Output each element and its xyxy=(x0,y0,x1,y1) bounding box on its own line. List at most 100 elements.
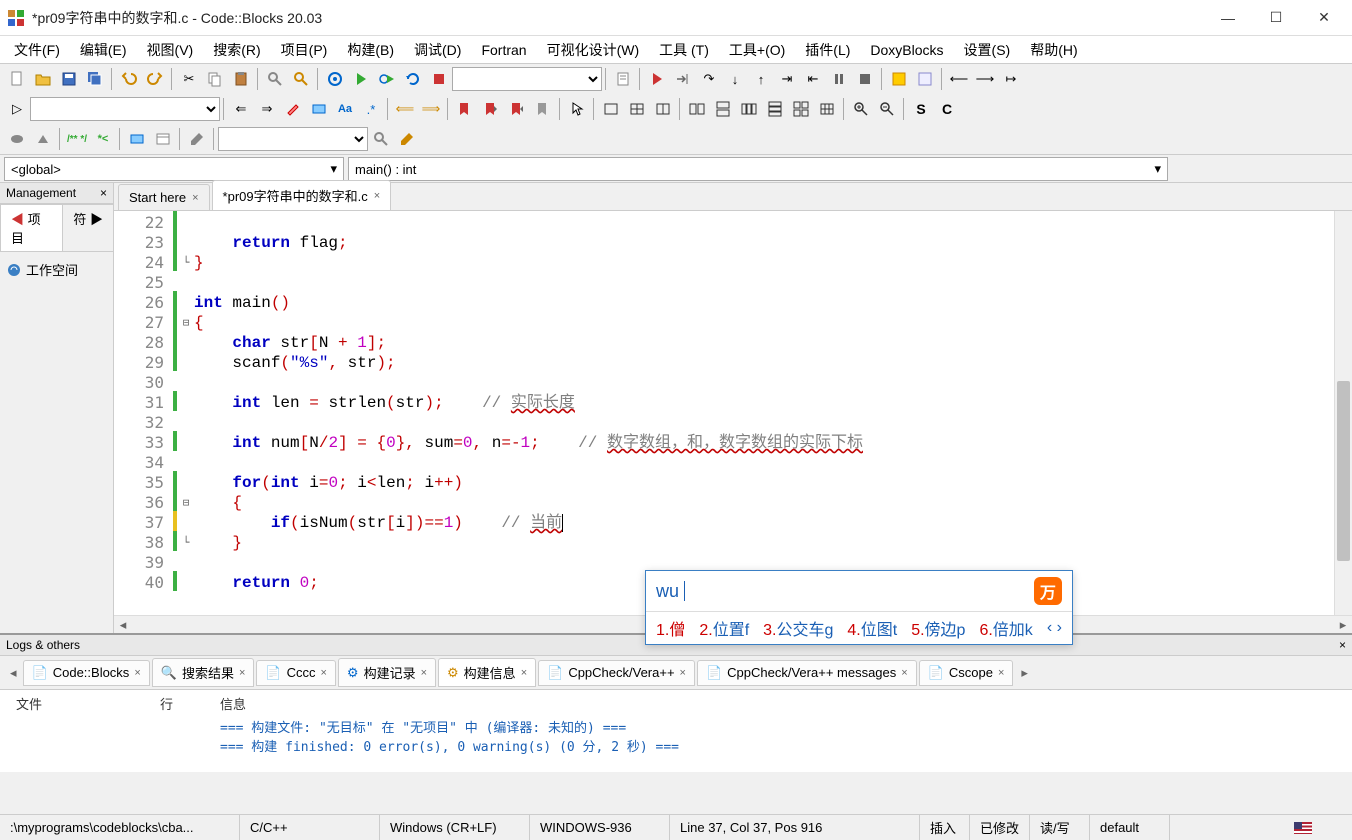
doxy1-icon[interactable] xyxy=(5,127,29,151)
logs-tab[interactable]: 📄Cccc× xyxy=(256,660,336,686)
ime-candidates[interactable]: 1.僧2.位置f3.公交车g4.位图t5.傍边p6.倍加k‹ › xyxy=(646,612,1072,644)
build-icon[interactable] xyxy=(323,67,347,91)
case-icon[interactable]: Aa xyxy=(333,97,357,121)
nav-fwd-icon[interactable]: ⟶ xyxy=(973,67,997,91)
next-line-icon[interactable]: ↷ xyxy=(697,67,721,91)
cut-icon[interactable]: ✂ xyxy=(177,67,201,91)
logs-scroll-left-icon[interactable]: ◂ xyxy=(4,665,23,681)
ime-candidate[interactable]: 6.倍加k xyxy=(979,616,1032,640)
ime-candidate[interactable]: 2.位置f xyxy=(699,616,749,640)
nav-back-icon[interactable]: ⟵ xyxy=(947,67,971,91)
logs-tab-close-icon[interactable]: × xyxy=(421,667,427,679)
code-editor[interactable]: return flag; } int main() { char str[N +… xyxy=(194,211,1334,615)
layout2-icon[interactable] xyxy=(711,97,735,121)
prev-icon[interactable]: ⇐ xyxy=(229,97,253,121)
header-icon[interactable]: C xyxy=(935,97,959,121)
ime-candidate[interactable]: 3.公交车g xyxy=(763,616,833,640)
line-comment-icon[interactable]: *< xyxy=(91,127,115,151)
new-file-icon[interactable] xyxy=(5,67,29,91)
lang-flag-icon[interactable] xyxy=(1294,822,1312,834)
tab-close-icon[interactable]: × xyxy=(192,192,198,204)
menu-帮助(H)[interactable]: 帮助(H) xyxy=(1020,36,1087,64)
menu-文件(F)[interactable]: 文件(F) xyxy=(4,36,70,64)
mgmt-tab-symbols[interactable]: 符 ▶ xyxy=(62,204,114,251)
jump-back-icon[interactable]: ⟸ xyxy=(393,97,417,121)
zoom-out-icon[interactable] xyxy=(875,97,899,121)
logs-tab[interactable]: ⚙构建信息× xyxy=(438,658,536,687)
cursor-icon[interactable] xyxy=(565,97,589,121)
fold-column[interactable]: └⊟⊟└ xyxy=(178,211,194,615)
bookmark-prev-icon[interactable] xyxy=(479,97,503,121)
step-out-icon[interactable]: ↑ xyxy=(749,67,773,91)
menu-视图(V)[interactable]: 视图(V) xyxy=(137,36,204,64)
redo-icon[interactable] xyxy=(143,67,167,91)
editor-tab[interactable]: Start here× xyxy=(118,184,210,210)
stop-debug-icon[interactable] xyxy=(853,67,877,91)
minimize-button[interactable]: ― xyxy=(1216,6,1240,30)
find-icon[interactable] xyxy=(263,67,287,91)
jump-fwd-icon[interactable]: ⟹ xyxy=(419,97,443,121)
menu-插件(L)[interactable]: 插件(L) xyxy=(795,36,860,64)
menu-搜索(R)[interactable]: 搜索(R) xyxy=(203,36,270,64)
menu-DoxyBlocks[interactable]: DoxyBlocks xyxy=(860,38,953,62)
maximize-button[interactable]: ☐ xyxy=(1264,6,1288,30)
menu-调试(D)[interactable]: 调试(D) xyxy=(404,36,471,64)
menu-编辑(E)[interactable]: 编辑(E) xyxy=(70,36,137,64)
goto-icon[interactable]: ▷ xyxy=(5,97,29,121)
vertical-scrollbar[interactable] xyxy=(1334,211,1352,615)
editor-tab[interactable]: *pr09字符串中的数字和.c× xyxy=(212,180,392,210)
menu-工具+(O)[interactable]: 工具+(O) xyxy=(719,36,795,64)
bookmark-next-icon[interactable] xyxy=(505,97,529,121)
last-jump-icon[interactable]: ↦ xyxy=(999,67,1023,91)
win1-icon[interactable] xyxy=(599,97,623,121)
step-instr-icon[interactable]: ⇤ xyxy=(801,67,825,91)
workspace-item[interactable]: 工作空间 xyxy=(6,258,107,281)
ime-nav-icon[interactable]: ‹ › xyxy=(1047,619,1062,637)
copy-icon[interactable] xyxy=(203,67,227,91)
win3-icon[interactable] xyxy=(651,97,675,121)
next-icon[interactable]: ⇒ xyxy=(255,97,279,121)
run-icon[interactable] xyxy=(349,67,373,91)
highlight-icon[interactable] xyxy=(281,97,305,121)
logs-tab[interactable]: ⚙构建记录× xyxy=(338,658,436,687)
logs-tab[interactable]: 📄Cscope× xyxy=(919,660,1014,686)
menu-工具 (T)[interactable]: 工具 (T) xyxy=(649,36,719,64)
logs-tab-close-icon[interactable]: × xyxy=(521,667,527,679)
scope-combo[interactable]: <global>▾ xyxy=(4,157,344,181)
ime-candidate[interactable]: 5.傍边p xyxy=(911,616,965,640)
debug-windows-icon[interactable] xyxy=(887,67,911,91)
source-icon[interactable]: S xyxy=(909,97,933,121)
doxy-search-icon[interactable] xyxy=(369,127,393,151)
layout4-icon[interactable] xyxy=(763,97,787,121)
page-icon[interactable] xyxy=(611,67,635,91)
logs-tab[interactable]: 📄CppCheck/Vera++× xyxy=(538,660,695,686)
info-icon[interactable] xyxy=(913,67,937,91)
save-all-icon[interactable] xyxy=(83,67,107,91)
doxy-config-icon[interactable] xyxy=(185,127,209,151)
ime-candidate[interactable]: 1.僧 xyxy=(656,616,685,640)
doxy-html-icon[interactable] xyxy=(151,127,175,151)
regex-icon[interactable]: .* xyxy=(359,97,383,121)
menu-项目(P)[interactable]: 项目(P) xyxy=(271,36,338,64)
layout3-icon[interactable] xyxy=(737,97,761,121)
layout1-icon[interactable] xyxy=(685,97,709,121)
menu-设置(S)[interactable]: 设置(S) xyxy=(954,36,1021,64)
management-close-icon[interactable]: × xyxy=(100,186,107,200)
logs-close-icon[interactable]: × xyxy=(1339,638,1346,652)
logs-tab-close-icon[interactable]: × xyxy=(998,667,1004,679)
break-icon[interactable] xyxy=(827,67,851,91)
bookmark-toggle-icon[interactable] xyxy=(453,97,477,121)
logs-tab-close-icon[interactable]: × xyxy=(320,667,326,679)
mgmt-tab-projects[interactable]: ◀ 项目 xyxy=(0,204,63,251)
open-file-icon[interactable] xyxy=(31,67,55,91)
zoom-in-icon[interactable] xyxy=(849,97,873,121)
close-window-button[interactable]: ✕ xyxy=(1312,6,1336,30)
menu-构建(B)[interactable]: 构建(B) xyxy=(337,36,404,64)
menu-Fortran[interactable]: Fortran xyxy=(471,38,536,62)
doxy2-icon[interactable] xyxy=(31,127,55,151)
paste-icon[interactable] xyxy=(229,67,253,91)
logs-tab-close-icon[interactable]: × xyxy=(134,667,140,679)
layout5-icon[interactable] xyxy=(789,97,813,121)
debug-run-icon[interactable] xyxy=(645,67,669,91)
abort-icon[interactable] xyxy=(427,67,451,91)
